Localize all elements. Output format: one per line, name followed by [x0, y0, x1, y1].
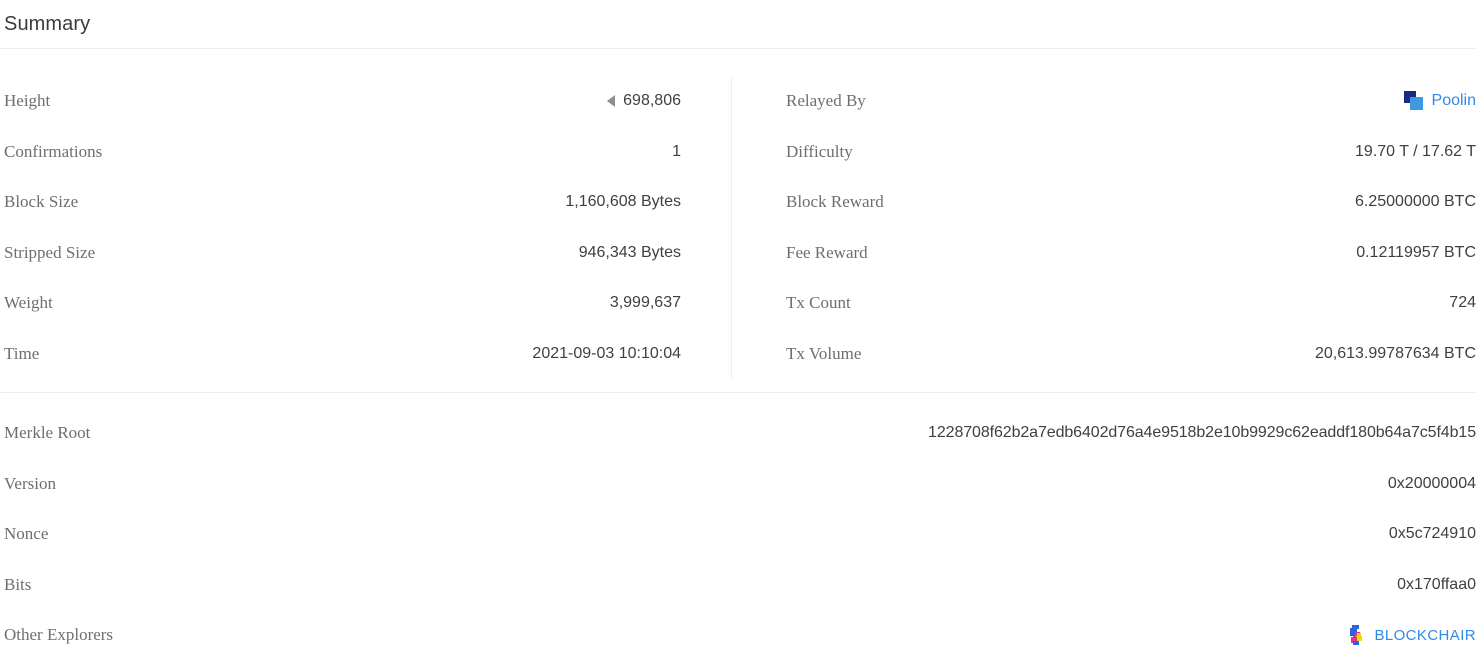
previous-block-arrow-icon[interactable] [607, 95, 616, 108]
divider-middle [0, 392, 1476, 393]
row-version: Version 0x20000004 [0, 459, 1476, 510]
row-weight: Weight 3,999,637 [0, 278, 681, 329]
row-relayed-by: Relayed By Poolin [782, 76, 1476, 127]
value-other-explorers: BLOCKCHAIR [1346, 624, 1476, 646]
value-confirmations: 1 [672, 142, 681, 160]
value-height-text: 698,806 [623, 92, 681, 110]
block-summary-page: Summary Height 698,806 Confirmations 1 B… [0, 0, 1476, 660]
label-fee-reward: Fee Reward [786, 242, 868, 262]
row-block-size: Block Size 1,160,608 Bytes [0, 177, 681, 228]
blockchair-link[interactable]: BLOCKCHAIR [1374, 627, 1476, 644]
row-height: Height 698,806 [0, 76, 681, 127]
label-difficulty: Difficulty [786, 141, 853, 161]
label-time: Time [4, 343, 40, 363]
label-confirmations: Confirmations [4, 141, 103, 161]
blockchair-logo-icon [1350, 625, 1363, 646]
summary-right-column: Relayed By Poolin Difficulty 19.70 T / 1… [731, 76, 1476, 380]
label-bits: Bits [4, 574, 32, 594]
row-nonce: Nonce 0x5c724910 [0, 509, 1476, 560]
label-relayed-by: Relayed By [786, 91, 866, 111]
row-fee-reward: Fee Reward 0.12119957 BTC [782, 228, 1476, 279]
label-tx-count: Tx Count [786, 293, 851, 313]
row-merkle-root: Merkle Root 1228708f62b2a7edb6402d76a4e9… [0, 408, 1476, 459]
label-stripped-size: Stripped Size [4, 242, 96, 262]
value-fee-reward: 0.12119957 BTC [1356, 243, 1476, 261]
value-tx-count: 724 [1449, 294, 1476, 312]
row-tx-count: Tx Count 724 [782, 278, 1476, 329]
label-merkle-root: Merkle Root [4, 423, 91, 443]
label-other-explorers: Other Explorers [4, 625, 114, 645]
row-other-explorers: Other Explorers BLOCKCHAIR [0, 610, 1476, 660]
value-block-reward: 6.25000000 BTC [1355, 193, 1476, 211]
label-tx-volume: Tx Volume [786, 343, 862, 363]
label-height: Height [4, 91, 51, 111]
summary-columns: Height 698,806 Confirmations 1 Block Siz… [0, 76, 1476, 380]
row-bits: Bits 0x170ffaa0 [0, 560, 1476, 611]
value-bits: 0x170ffaa0 [1397, 575, 1476, 593]
row-difficulty: Difficulty 19.70 T / 17.62 T [782, 127, 1476, 178]
summary-bottom-section: Merkle Root 1228708f62b2a7edb6402d76a4e9… [0, 408, 1476, 660]
value-merkle-root: 1228708f62b2a7edb6402d76a4e9518b2e10b992… [928, 424, 1476, 442]
divider-top [0, 48, 1476, 49]
row-confirmations: Confirmations 1 [0, 127, 681, 178]
row-tx-volume: Tx Volume 20,613.99787634 BTC [782, 329, 1476, 380]
value-tx-volume: 20,613.99787634 BTC [1314, 344, 1476, 362]
label-block-size: Block Size [4, 192, 79, 212]
row-time: Time 2021-09-03 10:10:04 [0, 329, 681, 380]
poolin-logo-icon [1403, 91, 1424, 111]
row-block-reward: Block Reward 6.25000000 BTC [782, 177, 1476, 228]
value-nonce: 0x5c724910 [1388, 525, 1476, 543]
label-nonce: Nonce [4, 524, 49, 544]
label-version: Version [4, 473, 56, 493]
row-stripped-size: Stripped Size 946,343 Bytes [0, 228, 681, 279]
label-block-reward: Block Reward [786, 192, 884, 212]
value-difficulty: 19.70 T / 17.62 T [1355, 142, 1476, 160]
value-relayed-by: Poolin [1403, 91, 1476, 111]
value-block-size: 1,160,608 Bytes [565, 193, 681, 211]
value-height: 698,806 [607, 92, 681, 110]
summary-header: Summary [0, 0, 1476, 49]
value-weight: 3,999,637 [609, 294, 681, 312]
summary-left-column: Height 698,806 Confirmations 1 Block Siz… [0, 76, 731, 380]
value-version: 0x20000004 [1387, 474, 1476, 492]
label-weight: Weight [4, 293, 53, 313]
value-time: 2021-09-03 10:10:04 [532, 344, 681, 362]
relayed-by-link[interactable]: Poolin [1432, 92, 1476, 110]
value-stripped-size: 946,343 Bytes [578, 243, 681, 261]
page-title: Summary [4, 13, 91, 35]
